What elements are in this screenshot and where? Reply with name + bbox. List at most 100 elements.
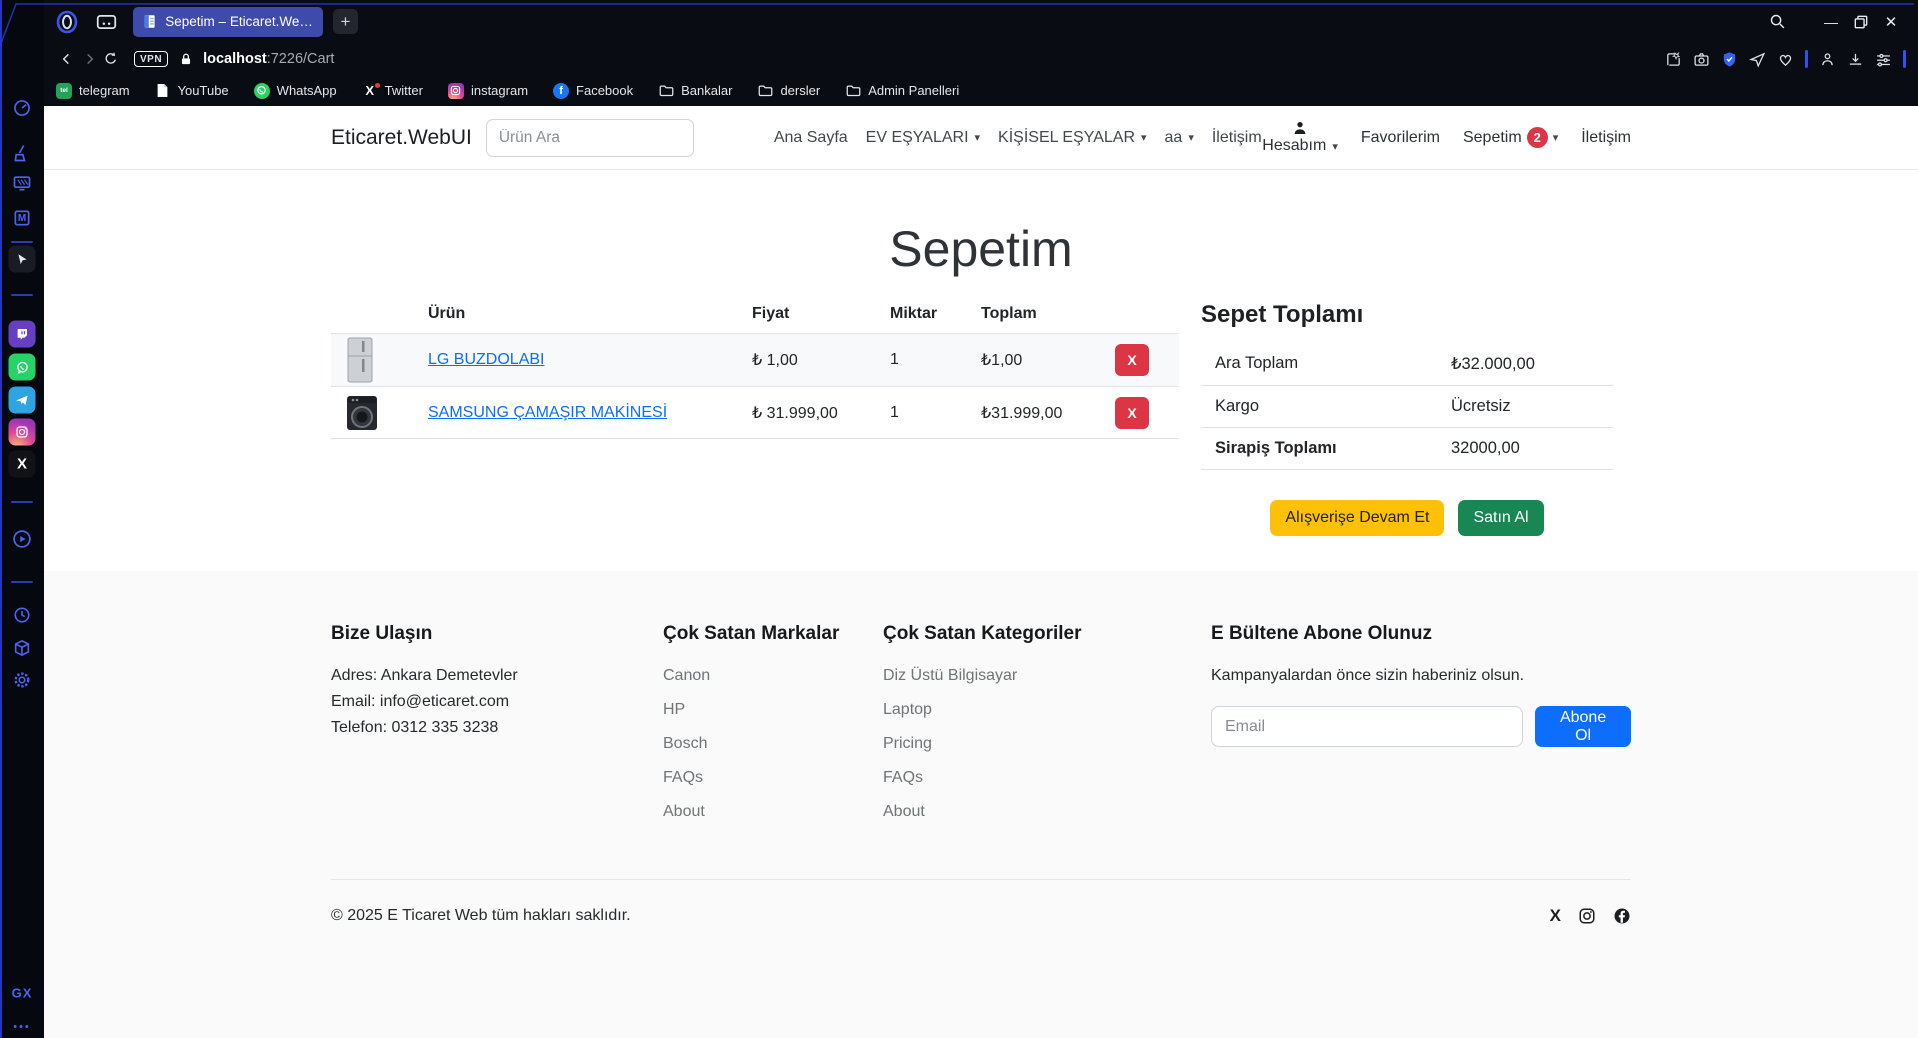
settings-gear-icon[interactable] bbox=[13, 671, 32, 690]
bookmark-folder-dersler[interactable]: dersler bbox=[757, 83, 820, 99]
category-link-pricing[interactable]: Pricing bbox=[883, 735, 932, 752]
vpn-shield-icon[interactable] bbox=[1721, 51, 1738, 68]
telegram-favicon: tel bbox=[56, 83, 72, 99]
footer-contact-column: Bize Ulaşın Adres: Ankara Demetevler Ema… bbox=[331, 623, 663, 837]
nav-ana-sayfa[interactable]: Ana Sayfa bbox=[774, 129, 848, 147]
continue-shopping-button[interactable]: Alışverişe Devam Et bbox=[1270, 500, 1444, 536]
sidebar-more-icon[interactable]: ••• bbox=[13, 1021, 31, 1033]
buy-button[interactable]: Satın Al bbox=[1458, 500, 1543, 536]
cart-row-samsung-camasir: SAMSUNG ÇAMAŞIR MAKİNESİ ₺ 31.999,00 1 ₺… bbox=[331, 386, 1179, 439]
twitch-icon[interactable] bbox=[9, 321, 36, 348]
subscribe-button[interactable]: Abone Ol bbox=[1535, 706, 1631, 747]
minimize-button[interactable]: — bbox=[1816, 8, 1846, 36]
product-link[interactable]: LG BUZDOLABI bbox=[428, 351, 544, 368]
footer-categories-column: Çok Satan Kategoriler Diz Üstü Bilgisaya… bbox=[883, 623, 1211, 837]
category-link-diz-ustu[interactable]: Diz Üstü Bilgisayar bbox=[883, 667, 1017, 684]
remove-item-button[interactable]: X bbox=[1115, 397, 1149, 429]
bookmark-telegram[interactable]: tel telegram bbox=[56, 83, 130, 99]
pointer-icon[interactable] bbox=[9, 246, 36, 273]
favorites-link[interactable]: Favorilerim bbox=[1361, 129, 1440, 147]
category-link-faqs[interactable]: FAQs bbox=[883, 769, 923, 786]
player-icon[interactable] bbox=[12, 529, 33, 550]
contact-link[interactable]: İletişim bbox=[1581, 129, 1631, 147]
site-brand[interactable]: Eticaret.WebUI bbox=[331, 126, 472, 150]
profile-icon[interactable] bbox=[1819, 51, 1836, 68]
browser-main-column: Sepetim – Eticaret.WebUI + — ✕ bbox=[44, 0, 1918, 1038]
search-tabs-icon[interactable] bbox=[1769, 13, 1786, 30]
newsletter-email-input[interactable] bbox=[1211, 706, 1523, 747]
account-menu[interactable]: Hesabım▾ bbox=[1262, 120, 1338, 155]
send-to-device-icon[interactable] bbox=[1749, 51, 1766, 68]
forward-icon[interactable] bbox=[78, 48, 100, 70]
cart-link[interactable]: Sepetim 2 ▾ bbox=[1463, 127, 1558, 148]
gx-corner-icon[interactable] bbox=[12, 173, 32, 193]
bookmark-instagram[interactable]: instagram bbox=[448, 83, 528, 99]
bookmarks-bar: tel telegram YouTube WhatsApp X Twitter bbox=[44, 75, 1918, 106]
nav-ev-esyalari[interactable]: EV EŞYALARI▾ bbox=[866, 129, 980, 147]
remove-item-button[interactable]: X bbox=[1115, 344, 1149, 376]
bookmark-whatsapp[interactable]: WhatsApp bbox=[254, 83, 337, 99]
x-messenger-icon[interactable]: X bbox=[9, 451, 36, 478]
mods-icon[interactable]: M bbox=[12, 208, 32, 228]
cart-table: Ürün Fiyat Miktar Toplam LG BUZDOLABI ₺ … bbox=[331, 301, 1179, 439]
toolbar-divider bbox=[1903, 50, 1906, 68]
extensions-box-icon[interactable] bbox=[13, 639, 32, 658]
bookmark-folder-admin-panelleri[interactable]: Admin Panelleri bbox=[845, 83, 959, 99]
back-icon[interactable] bbox=[56, 48, 78, 70]
bookmark-twitter[interactable]: X Twitter bbox=[362, 83, 423, 99]
whatsapp-icon[interactable] bbox=[9, 354, 36, 381]
instagram-icon[interactable] bbox=[9, 419, 36, 446]
sidebar-divider bbox=[11, 294, 33, 296]
facebook-social-icon[interactable] bbox=[1613, 907, 1631, 925]
copyright-text: © 2025 E Ticaret Web tüm hakları saklıdı… bbox=[331, 907, 631, 925]
speed-dial-icon[interactable] bbox=[12, 98, 32, 118]
footer-contact-heading: Bize Ulaşın bbox=[331, 623, 663, 645]
category-link-laptop[interactable]: Laptop bbox=[883, 701, 932, 718]
favorites-heart-icon[interactable] bbox=[1777, 51, 1794, 68]
bookmark-facebook[interactable]: f Facebook bbox=[553, 83, 633, 99]
product-link[interactable]: SAMSUNG ÇAMAŞIR MAKİNESİ bbox=[428, 404, 667, 421]
new-tab-button[interactable]: + bbox=[333, 9, 358, 34]
nav-kisisel-esyalar[interactable]: KİŞİSEL EŞYALAR▾ bbox=[998, 129, 1146, 147]
opera-menu-icon[interactable] bbox=[54, 9, 80, 35]
brand-link-about[interactable]: About bbox=[663, 803, 705, 820]
pinboard-icon[interactable] bbox=[1665, 51, 1682, 68]
instagram-social-icon[interactable] bbox=[1578, 907, 1596, 925]
brand-link-canon[interactable]: Canon bbox=[663, 667, 710, 684]
web-page: Eticaret.WebUI Ana Sayfa EV EŞYALARI▾ Kİ… bbox=[44, 106, 1918, 1038]
mods-m-glyph: M bbox=[18, 213, 26, 224]
brand-link-faqs[interactable]: FAQs bbox=[663, 769, 703, 786]
telegram-icon[interactable] bbox=[9, 387, 36, 414]
gx-logo-label[interactable]: GX bbox=[12, 986, 33, 1001]
reload-icon[interactable] bbox=[100, 48, 122, 70]
x-social-icon[interactable]: X bbox=[1550, 906, 1561, 926]
maximize-button[interactable] bbox=[1846, 8, 1876, 36]
lock-icon[interactable] bbox=[179, 52, 193, 67]
snapshot-camera-icon[interactable] bbox=[1693, 51, 1710, 68]
nav-aa[interactable]: aa▾ bbox=[1165, 129, 1194, 147]
easy-setup-tune-icon[interactable] bbox=[1875, 51, 1892, 68]
page-title: Sepetim bbox=[44, 222, 1918, 277]
footer-brands-column: Çok Satan Markalar Canon HP Bosch FAQs A… bbox=[663, 623, 883, 837]
brand-link-bosch[interactable]: Bosch bbox=[663, 735, 707, 752]
product-search-input[interactable] bbox=[486, 119, 694, 157]
close-button[interactable]: ✕ bbox=[1876, 8, 1906, 36]
history-icon[interactable] bbox=[13, 606, 32, 625]
category-link-about[interactable]: About bbox=[883, 803, 925, 820]
workspace-icon[interactable] bbox=[96, 13, 117, 31]
notification-dot bbox=[375, 83, 380, 88]
url-field[interactable]: localhost:7226/Cart bbox=[203, 51, 334, 67]
vpn-badge[interactable]: VPN bbox=[134, 51, 168, 67]
tab-sepetim[interactable]: Sepetim – Eticaret.WebUI bbox=[133, 7, 323, 37]
tab-favicon bbox=[143, 14, 157, 29]
caret-down-icon: ▾ bbox=[1553, 131, 1559, 144]
window-controls: — ✕ bbox=[1769, 8, 1918, 36]
downloads-icon[interactable] bbox=[1847, 51, 1864, 68]
bookmark-folder-bankalar[interactable]: Bankalar bbox=[658, 83, 732, 99]
nav-iletisim[interactable]: İletişim bbox=[1212, 129, 1262, 147]
cleaner-broom-icon[interactable] bbox=[12, 143, 32, 163]
cart-count-badge: 2 bbox=[1527, 127, 1548, 148]
brand-link-hp[interactable]: HP bbox=[663, 701, 685, 718]
bookmark-youtube[interactable]: YouTube bbox=[155, 83, 229, 99]
col-miktar: Miktar bbox=[890, 305, 981, 323]
